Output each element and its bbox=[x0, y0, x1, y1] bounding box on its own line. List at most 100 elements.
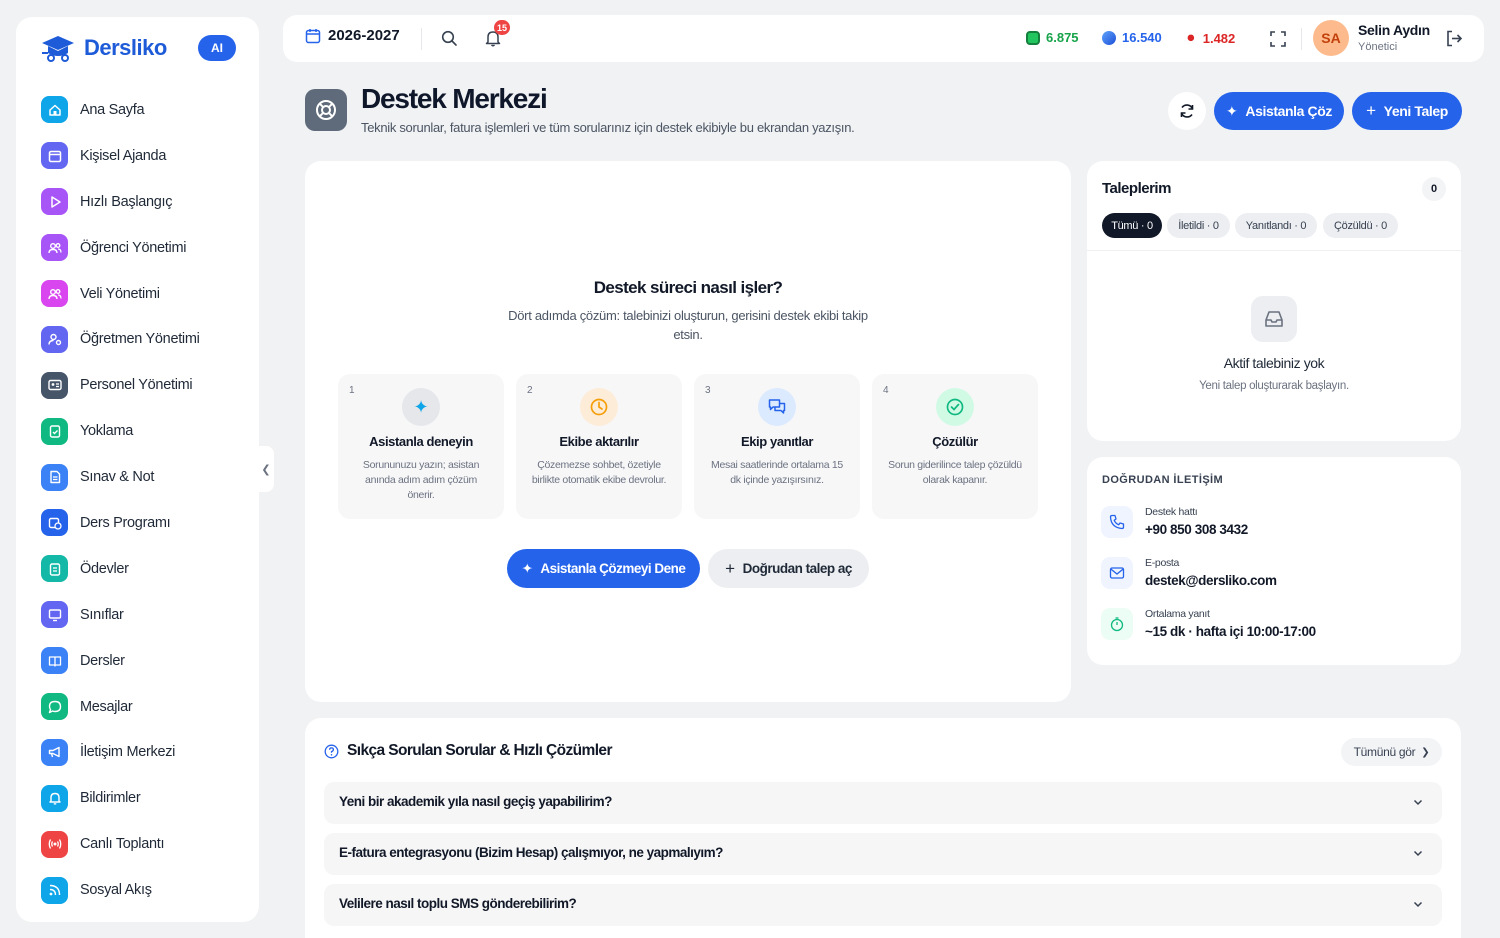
contact-label: Ortalama yanıt bbox=[1145, 608, 1210, 620]
filter-all[interactable]: Tümü · 0 bbox=[1102, 213, 1162, 238]
sidebar-item-label: Bildirimler bbox=[80, 790, 141, 807]
academic-year-selector[interactable]: 2026-2027 bbox=[305, 27, 400, 44]
contact-label: Destek hattı bbox=[1145, 506, 1198, 518]
calendar-clock-icon bbox=[41, 509, 68, 537]
stat-red-value: 1.482 bbox=[1202, 31, 1236, 46]
sidebar-item-1[interactable]: Ana Sayfa bbox=[16, 87, 259, 133]
sidebar-item-label: Canlı Toplantı bbox=[80, 836, 165, 853]
sidebar-item-4[interactable]: Öğrenci Yönetimi bbox=[16, 225, 259, 271]
sidebar-item-16[interactable]: Bildirimler bbox=[16, 775, 259, 821]
broadcast-icon bbox=[41, 830, 68, 858]
monitor-icon bbox=[41, 601, 68, 629]
empty-state-title: Aktif talebiniz yok bbox=[1223, 355, 1325, 371]
sidebar-item-label: Ana Sayfa bbox=[80, 101, 145, 118]
sparkle-icon: ✦ bbox=[1226, 102, 1238, 119]
brand-logo[interactable]: Dersliko bbox=[38, 31, 167, 65]
sidebar-item-label: Veli Yönetimi bbox=[80, 285, 160, 302]
sidebar-item-13[interactable]: Dersler bbox=[16, 638, 259, 684]
academic-year-label: 2026-2027 bbox=[328, 27, 400, 44]
mail-icon bbox=[1101, 557, 1133, 589]
question-circle-icon bbox=[324, 744, 339, 759]
chat-icon bbox=[758, 388, 796, 426]
contact-heading: DOĞRUDAN İLETİŞİM bbox=[1102, 474, 1224, 486]
stat-blue-value: 16.540 bbox=[1122, 30, 1162, 45]
direct-ticket-button[interactable]: + Doğrudan talep aç bbox=[708, 549, 869, 588]
step-description: Sorununuzu yazın; asistan anında adım ad… bbox=[362, 459, 480, 501]
file-icon bbox=[41, 463, 68, 491]
chat-icon bbox=[41, 693, 68, 721]
sidebar-item-3[interactable]: Hızlı Başlangıç bbox=[16, 179, 259, 225]
ai-badge[interactable]: AI bbox=[198, 35, 236, 61]
sidebar-item-10[interactable]: Ders Programı bbox=[16, 500, 259, 546]
empty-state-subtitle: Yeni talep oluşturarak başlayın. bbox=[1199, 380, 1349, 392]
id-card-icon bbox=[41, 371, 68, 399]
sidebar-item-7[interactable]: Personel Yönetimi bbox=[16, 362, 259, 408]
new-ticket-button[interactable]: + Yeni Talep bbox=[1352, 92, 1462, 130]
refresh-button[interactable] bbox=[1168, 92, 1206, 130]
step-number: 3 bbox=[705, 385, 711, 396]
stat-green-value: 6.875 bbox=[1046, 30, 1079, 45]
sidebar-item-2[interactable]: Kişisel Ajanda bbox=[16, 133, 259, 179]
contact-phone[interactable]: +90 850 308 3432 bbox=[1145, 522, 1248, 537]
filter-sent[interactable]: İletildi · 0 bbox=[1167, 213, 1230, 238]
faq-item[interactable]: Yeni bir akademik yıla nasıl geçiş yapab… bbox=[324, 782, 1442, 824]
sidebar: Dersliko AI Ana Sayfa Kişisel Ajanda Hızlı… bbox=[16, 17, 259, 922]
sidebar-item-5[interactable]: Veli Yönetimi bbox=[16, 271, 259, 317]
bell-icon bbox=[41, 784, 68, 812]
page-title: Destek Merkezi bbox=[361, 83, 548, 114]
filter-answered[interactable]: Yanıtlandı · 0 bbox=[1235, 213, 1317, 238]
step-title: Asistanla deneyin bbox=[369, 434, 473, 449]
sidebar-item-label: Sınıflar bbox=[80, 606, 124, 623]
faq-card: Sıkça Sorulan Sorular & Hızlı Çözümler T… bbox=[305, 718, 1461, 938]
direct-contact-card: DOĞRUDAN İLETİŞİM Destek hattı +90 850 3… bbox=[1087, 457, 1461, 665]
stat-blue[interactable]: 16.540 bbox=[1102, 30, 1162, 45]
rss-icon bbox=[41, 876, 68, 904]
stat-green[interactable]: 6.875 bbox=[1026, 30, 1079, 45]
user-role: Yönetici bbox=[1358, 41, 1398, 53]
sidebar-item-6[interactable]: Öğretmen Yönetimi bbox=[16, 316, 259, 362]
fullscreen-icon[interactable] bbox=[1269, 30, 1287, 48]
faq-question: Velilere nasıl toplu SMS gönderebilirim? bbox=[339, 896, 577, 911]
sidebar-item-8[interactable]: Yoklama bbox=[16, 408, 259, 454]
logout-icon[interactable] bbox=[1445, 29, 1464, 48]
search-icon[interactable] bbox=[441, 30, 458, 47]
sidebar-item-label: Mesajlar bbox=[80, 698, 133, 715]
calendar-icon bbox=[41, 142, 68, 170]
direct-ticket-label: Doğrudan talep aç bbox=[742, 561, 853, 576]
see-all-button[interactable]: Tümünü gör ❯ bbox=[1341, 738, 1442, 766]
faq-item[interactable]: E-fatura entegrasyonu (Bizim Hesap) çalı… bbox=[324, 833, 1442, 875]
calendar-icon bbox=[305, 28, 321, 43]
try-assistant-button[interactable]: ✦ Asistanla Çözmeyi Dene bbox=[507, 549, 700, 588]
notification-count-badge: 15 bbox=[494, 20, 510, 35]
new-ticket-label: Yeni Talep bbox=[1383, 103, 1449, 119]
sidebar-item-label: Personel Yönetimi bbox=[80, 377, 193, 394]
sidebar-item-15[interactable]: İletişim Merkezi bbox=[16, 729, 259, 775]
chevron-down-icon bbox=[1413, 799, 1423, 806]
sidebar-item-18[interactable]: Sosyal Akış bbox=[16, 867, 259, 913]
contact-email[interactable]: destek@dersliko.com bbox=[1145, 573, 1277, 588]
phone-icon bbox=[1101, 506, 1133, 538]
users-icon bbox=[41, 280, 68, 307]
my-requests-card: Taleplerim 0 Tümü · 0 İletildi · 0 Yanıt… bbox=[1087, 161, 1461, 441]
sidebar-item-12[interactable]: Sınıflar bbox=[16, 592, 259, 638]
lifebuoy-icon bbox=[305, 89, 347, 131]
filter-resolved[interactable]: Çözüldü · 0 bbox=[1323, 213, 1398, 238]
page-subtitle: Teknik sorunlar, fatura işlemleri ve tüm… bbox=[361, 120, 855, 135]
faq-item[interactable]: Velilere nasıl toplu SMS gönderebilirim? bbox=[324, 884, 1442, 926]
plus-icon: + bbox=[725, 558, 735, 578]
clock-icon bbox=[580, 388, 618, 426]
try-assistant-label: Asistanla Çözmeyi Dene bbox=[540, 561, 686, 576]
sidebar-item-14[interactable]: Mesajlar bbox=[16, 684, 259, 730]
sidebar-item-17[interactable]: Canlı Toplantı bbox=[16, 821, 259, 867]
divider bbox=[421, 28, 422, 50]
sidebar-item-9[interactable]: Sınav & Not bbox=[16, 454, 259, 500]
sidebar-collapse-button[interactable]: ❮ bbox=[258, 446, 274, 492]
sidebar-item-label: Ödevler bbox=[80, 560, 129, 577]
green-gem-icon bbox=[1026, 30, 1040, 45]
sidebar-item-label: Öğrenci Yönetimi bbox=[80, 239, 187, 256]
stat-red[interactable]: ⚫ 1.482 bbox=[1185, 30, 1235, 47]
solve-with-assistant-button[interactable]: ✦ Asistanla Çöz bbox=[1214, 92, 1344, 130]
sidebar-item-11[interactable]: Ödevler bbox=[16, 546, 259, 592]
avatar[interactable]: SA bbox=[1313, 20, 1349, 56]
sidebar-item-label: Kişisel Ajanda bbox=[80, 147, 167, 164]
